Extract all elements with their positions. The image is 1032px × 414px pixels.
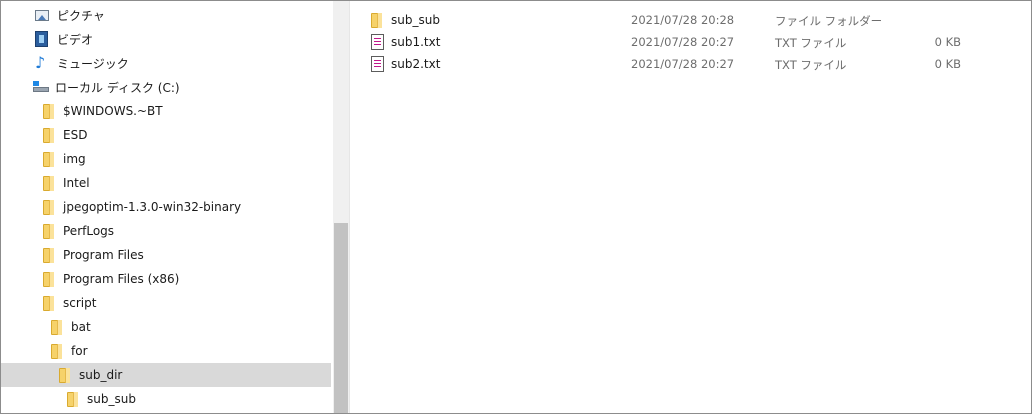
nav-scrollbar[interactable] <box>333 1 349 413</box>
nav-item-label: bat <box>71 320 91 334</box>
folder-icon <box>43 295 55 311</box>
nav-item-label: sub_sub <box>87 392 136 406</box>
folder-icon <box>43 175 55 191</box>
folder-icon <box>43 247 55 263</box>
nav-item-label: ESD <box>63 128 88 142</box>
file-name: sub2.txt <box>391 57 441 71</box>
navigation-pane: ピクチャ ビデオ ♪ ミュージック ローカル ディスク (C:) $WINDOW… <box>1 1 333 413</box>
nav-item-sub-sub[interactable]: sub_sub <box>1 387 331 411</box>
file-list: sub_sub 2021/07/28 20:28 ファイル フォルダー sub1… <box>351 1 1031 413</box>
nav-item-label: jpegoptim-1.3.0-win32-binary <box>63 200 242 214</box>
drive-icon <box>33 81 49 93</box>
nav-item-label: ピクチャ <box>57 8 105 23</box>
nav-item-label: PerfLogs <box>63 224 115 238</box>
nav-item-label: for <box>71 344 88 358</box>
folder-icon <box>51 343 63 359</box>
nav-item-label: Intel <box>63 176 90 190</box>
nav-item-windows-bt[interactable]: $WINDOWS.~BT <box>1 99 331 123</box>
nav-item-bat[interactable]: bat <box>1 315 331 339</box>
file-size: 0 KB <box>934 57 961 71</box>
nav-item-esd[interactable]: ESD <box>1 123 331 147</box>
file-size: 0 KB <box>934 35 961 49</box>
nav-item-label: img <box>63 152 86 166</box>
explorer-window: ピクチャ ビデオ ♪ ミュージック ローカル ディスク (C:) $WINDOW… <box>0 0 1032 414</box>
nav-item-label: script <box>63 296 97 310</box>
nav-item-pictures[interactable]: ピクチャ <box>1 3 331 27</box>
nav-item-label: Program Files (x86) <box>63 272 180 286</box>
txt-file-icon <box>371 34 384 50</box>
pictures-icon <box>35 9 49 21</box>
file-row-sub-sub[interactable]: sub_sub 2021/07/28 20:28 ファイル フォルダー <box>351 9 1031 31</box>
pane-divider[interactable] <box>349 1 350 413</box>
nav-item-sub-dir[interactable]: sub_dir <box>1 363 331 387</box>
nav-item-label: $WINDOWS.~BT <box>63 104 163 118</box>
file-row-sub2-txt[interactable]: sub2.txt 2021/07/28 20:27 TXT ファイル 0 KB <box>351 53 1031 75</box>
nav-item-label: ビデオ <box>57 32 94 47</box>
nav-item-label: ローカル ディスク (C:) <box>55 80 180 95</box>
folder-icon <box>43 223 55 239</box>
music-icon: ♪ <box>35 53 46 72</box>
folder-icon <box>67 391 79 407</box>
nav-item-videos[interactable]: ビデオ <box>1 27 331 51</box>
nav-item-local-disk[interactable]: ローカル ディスク (C:) <box>1 75 331 99</box>
file-type: TXT ファイル <box>775 58 847 72</box>
folder-icon <box>43 127 55 143</box>
video-icon <box>35 31 48 47</box>
nav-item-jpegoptim[interactable]: jpegoptim-1.3.0-win32-binary <box>1 195 331 219</box>
txt-file-icon <box>371 56 384 72</box>
file-name: sub1.txt <box>391 35 441 49</box>
nav-item-img[interactable]: img <box>1 147 331 171</box>
nav-item-label: Program Files <box>63 248 144 262</box>
nav-item-label: ミュージック <box>57 56 129 71</box>
file-date: 2021/07/28 20:28 <box>631 13 735 27</box>
file-name: sub_sub <box>391 13 440 27</box>
file-date: 2021/07/28 20:27 <box>631 35 735 49</box>
folder-icon <box>51 319 63 335</box>
nav-item-perflogs[interactable]: PerfLogs <box>1 219 331 243</box>
file-type: ファイル フォルダー <box>775 14 883 28</box>
nav-item-script[interactable]: script <box>1 291 331 315</box>
file-date: 2021/07/28 20:27 <box>631 57 735 71</box>
file-type: TXT ファイル <box>775 36 847 50</box>
folder-icon <box>43 151 55 167</box>
folder-icon <box>59 367 71 383</box>
nav-item-music[interactable]: ♪ ミュージック <box>1 51 331 75</box>
nav-item-program-files-x86[interactable]: Program Files (x86) <box>1 267 331 291</box>
file-row-sub1-txt[interactable]: sub1.txt 2021/07/28 20:27 TXT ファイル 0 KB <box>351 31 1031 53</box>
scroll-thumb[interactable] <box>334 223 348 413</box>
folder-icon <box>43 103 55 119</box>
nav-item-intel[interactable]: Intel <box>1 171 331 195</box>
folder-icon <box>43 271 55 287</box>
nav-item-label: sub_dir <box>79 368 123 382</box>
nav-item-for[interactable]: for <box>1 339 331 363</box>
nav-item-program-files[interactable]: Program Files <box>1 243 331 267</box>
folder-icon <box>371 12 383 28</box>
folder-icon <box>43 199 55 215</box>
